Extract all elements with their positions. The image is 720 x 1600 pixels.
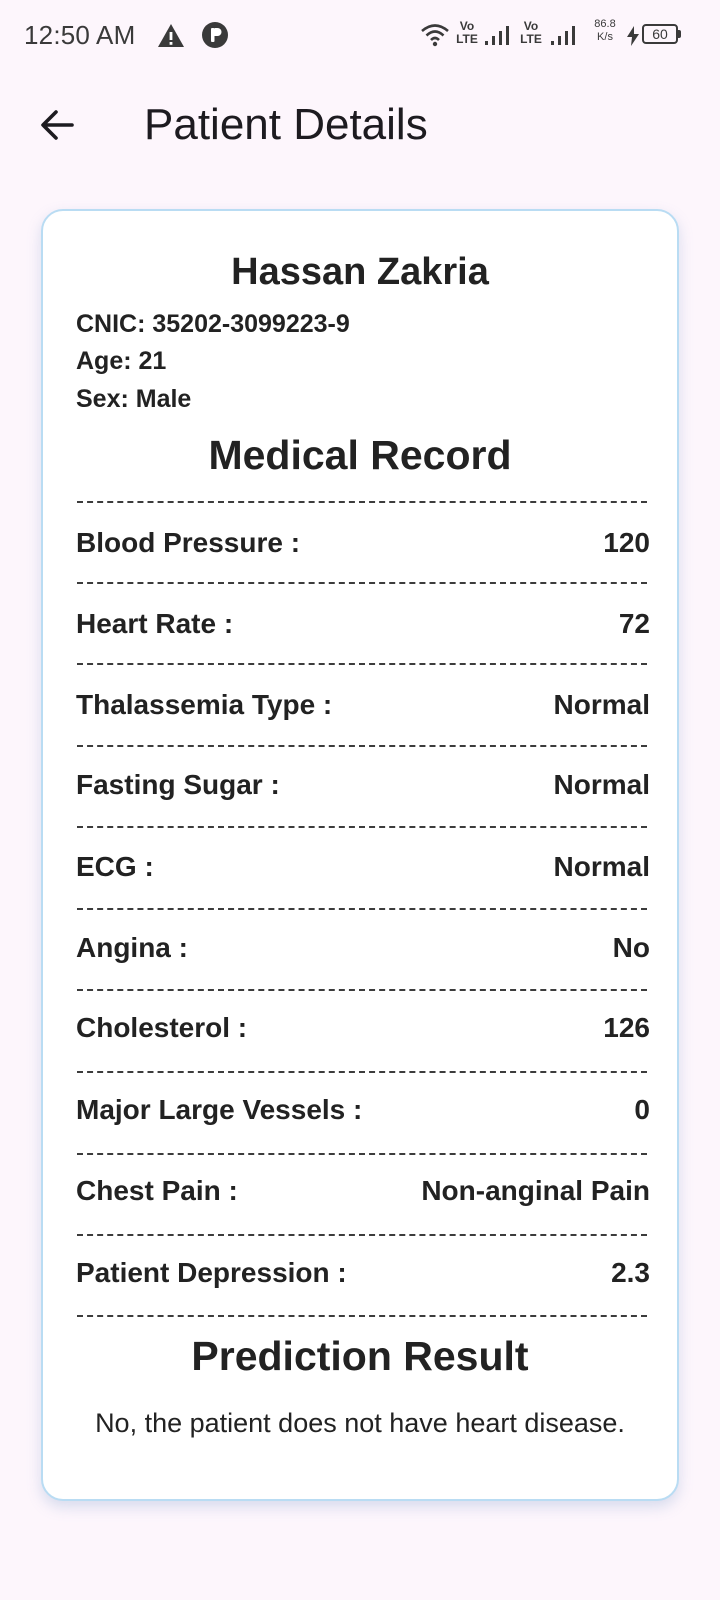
divider (77, 745, 647, 747)
record-label: Major Large Vessels : (76, 1094, 363, 1125)
record-row-heart-rate: Heart Rate : 72 (76, 604, 650, 644)
signal-icon-2 (551, 26, 575, 45)
charging-icon (627, 26, 639, 46)
network-speed-value: 86.8 (594, 18, 616, 30)
network-speed-unit: K/s (597, 31, 613, 43)
record-row-ecg: ECG : Normal (76, 847, 650, 887)
patient-sex: Sex: Male (76, 385, 192, 413)
divider (77, 1315, 647, 1317)
battery-level: 60 (652, 26, 668, 42)
divider (77, 1071, 647, 1073)
battery-icon: 60 (642, 24, 678, 44)
record-value: No (612, 932, 650, 963)
divider (77, 582, 647, 584)
status-right-icons: Vo LTE Vo LTE 86.8 K/s 60 (420, 18, 702, 54)
record-value: 0 (634, 1094, 650, 1125)
record-label: Thalassemia Type : (76, 689, 333, 720)
patient-name: Hassan Zakria (231, 251, 489, 293)
divider (77, 663, 647, 665)
patient-cnic: CNIC: 35202-3099223-9 (76, 310, 350, 338)
back-button[interactable] (30, 98, 84, 152)
record-value: 126 (603, 1012, 650, 1043)
medical-record-title: Medical Record (208, 432, 512, 478)
battery-tip (678, 30, 681, 38)
divider (77, 1153, 647, 1155)
prediction-result-title: Prediction Result (191, 1333, 529, 1379)
record-label: Cholesterol : (76, 1012, 248, 1043)
divider (77, 501, 647, 503)
warning-icon (158, 24, 184, 47)
record-label: Angina : (76, 932, 188, 963)
record-label: Fasting Sugar : (76, 769, 280, 800)
network-type-1: Vo LTE (456, 19, 478, 46)
divider (77, 989, 647, 991)
status-time: 12:50 AM (24, 20, 136, 50)
record-label: Heart Rate : (76, 608, 234, 639)
divider (77, 1234, 647, 1236)
patient-age: Age: 21 (76, 347, 167, 375)
record-value: 72 (618, 608, 650, 639)
record-label: Blood Pressure : (76, 527, 301, 558)
divider (77, 908, 647, 910)
record-row-thalassemia-type: Thalassemia Type : Normal (76, 685, 650, 725)
wifi-icon (421, 24, 449, 47)
prediction-result-text: No, the patient does not have heart dise… (95, 1408, 625, 1438)
record-row-angina: Angina : No (76, 928, 650, 968)
record-label: Patient Depression : (76, 1257, 347, 1288)
divider (77, 826, 647, 828)
record-label: ECG : (76, 851, 154, 882)
record-row-fasting-sugar: Fasting Sugar : Normal (76, 765, 650, 805)
record-row-patient-depression: Patient Depression : 2.3 (76, 1253, 650, 1293)
record-row-major-large-vessels: Major Large Vessels : 0 (76, 1090, 650, 1130)
record-value: Normal (553, 851, 650, 882)
network-speed: 86.8 K/s (588, 18, 622, 44)
record-value: Normal (553, 769, 650, 800)
status-bar: 12:50 AM Vo LTE Vo LTE 86.8 K/s 60 (0, 0, 720, 72)
record-value: 2.3 (611, 1257, 650, 1288)
page-title: Patient Details (144, 100, 428, 149)
patient-card: Hassan Zakria CNIC: 35202-3099223-9 Age:… (41, 209, 679, 1501)
arrow-back-icon (41, 110, 74, 140)
record-label: Chest Pain : (76, 1175, 238, 1206)
record-value: Normal (553, 689, 650, 720)
app-notification-icon (202, 22, 228, 48)
record-row-chest-pain: Chest Pain : Non-anginal Pain (76, 1171, 650, 1211)
signal-icon-1 (485, 26, 509, 45)
network-type-2: Vo LTE (520, 19, 542, 46)
record-value: 120 (603, 527, 650, 558)
record-value: Non-anginal Pain (421, 1175, 650, 1206)
record-row-blood-pressure: Blood Pressure : 120 (76, 523, 650, 563)
app-bar: Patient Details (0, 72, 720, 182)
record-row-cholesterol: Cholesterol : 126 (76, 1008, 650, 1048)
